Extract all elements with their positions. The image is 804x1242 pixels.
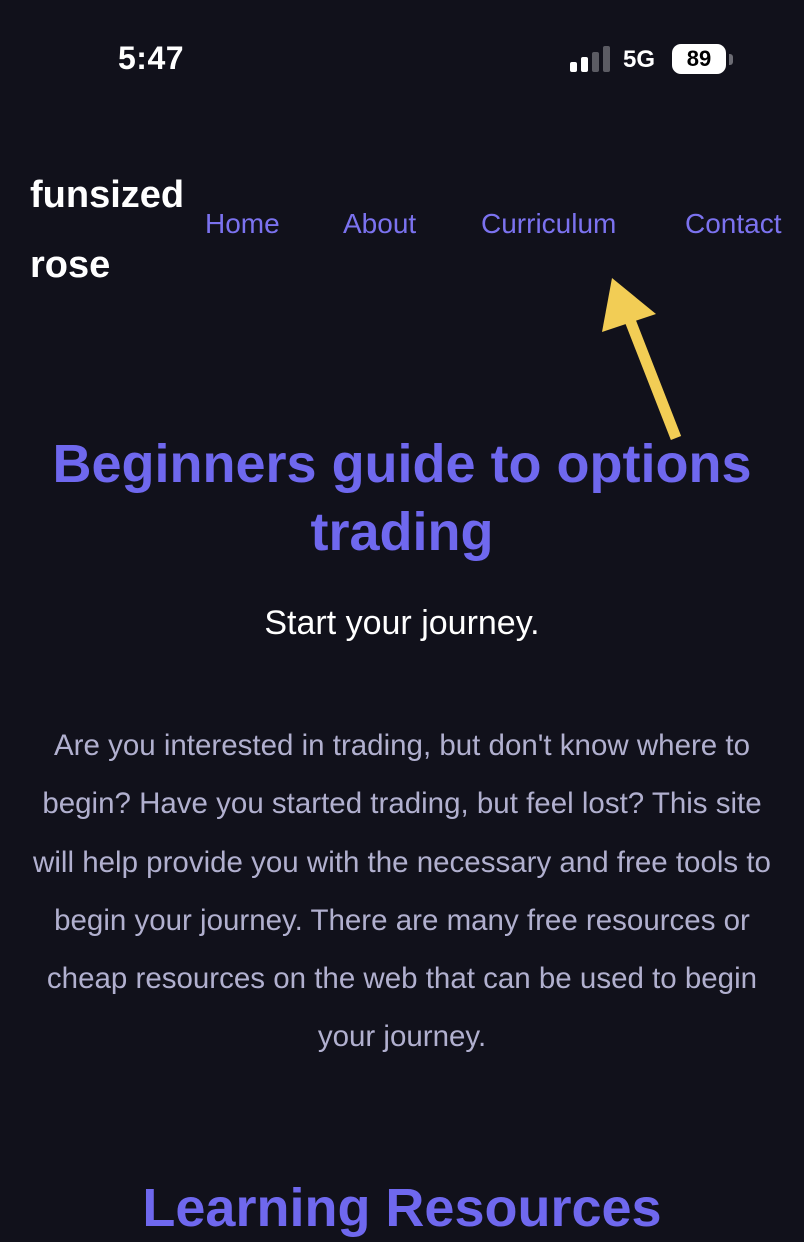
- battery-level: 89: [686, 46, 712, 71]
- page-subtitle: Start your journey.: [264, 604, 540, 642]
- page-title: Beginners guide to options trading: [52, 434, 752, 562]
- arrow-up-icon: [602, 278, 682, 441]
- nav-link-home[interactable]: Home: [205, 208, 280, 240]
- battery-icon: 89: [672, 44, 733, 76]
- cellular-signal-icon: [570, 46, 610, 72]
- status-bar: 5:47 5G 89: [0, 0, 804, 110]
- network-type-label: 5G: [623, 46, 656, 73]
- status-time: 5:47: [118, 40, 185, 76]
- intro-paragraph: Are you interested in trading, but don't…: [33, 729, 771, 1054]
- nav-link-curriculum[interactable]: Curriculum: [481, 208, 616, 240]
- section-heading: Learning Resources: [142, 1178, 662, 1238]
- main-nav: Home About Curriculum Contact: [0, 208, 804, 248]
- nav-link-contact[interactable]: Contact: [685, 208, 782, 240]
- nav-link-about[interactable]: About: [343, 208, 416, 240]
